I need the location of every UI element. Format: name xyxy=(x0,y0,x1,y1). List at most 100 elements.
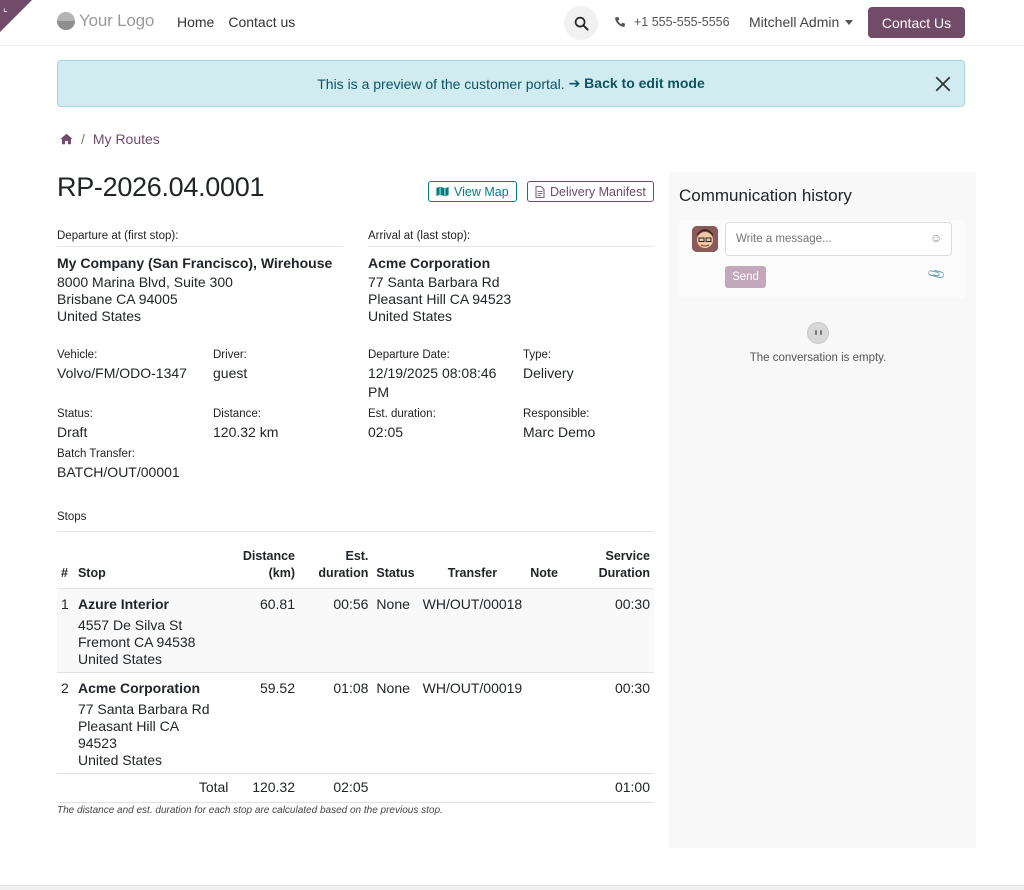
departure-line: Brisbane CA 94005 xyxy=(57,291,178,307)
stop-address-line: United States xyxy=(77,651,163,667)
departure-line: 8000 Marina Blvd, Suite 300 xyxy=(57,274,233,290)
site-logo[interactable]: Your Logo xyxy=(57,11,154,31)
arrival-line: Pleasant Hill CA 94523 xyxy=(368,291,512,307)
col-service-duration: Service Duration xyxy=(564,548,654,589)
stop-address-line: 4557 De Silva St xyxy=(77,617,183,633)
total-spacer xyxy=(57,773,74,803)
vehicle-field: Vehicle: Volvo/FM/ODO-1347 xyxy=(57,349,187,383)
est-duration-label: Est. duration: xyxy=(368,408,436,420)
total-empty xyxy=(418,773,527,803)
status-field: Status: Draft xyxy=(57,408,93,442)
search-button[interactable] xyxy=(564,6,598,40)
nav-home[interactable]: Home xyxy=(177,14,214,30)
driver-value: guest xyxy=(213,365,248,381)
col-service-line2: Duration xyxy=(598,566,650,580)
message-composer: ☺ Send 📎 xyxy=(679,220,965,298)
table-row[interactable]: 1 Azure Interior 4557 De Silva St Fremon… xyxy=(57,588,654,673)
est-duration-field: Est. duration: 02:05 xyxy=(368,408,436,442)
stops-table: # Stop Distance (km) Est. duration Status … xyxy=(57,548,654,803)
responsible-field: Responsible: Marc Demo xyxy=(523,408,595,442)
col-service-line1: Service xyxy=(605,549,650,563)
departure-date-field: Departure Date: 12/19/2025 08:08:46 PM xyxy=(368,349,508,402)
type-value: Delivery xyxy=(523,365,574,381)
communication-panel: Communication history ☺ Send 📎 The conve… xyxy=(669,172,976,848)
arrival-block: Arrival at (last stop): Acme Corporation… xyxy=(368,230,654,325)
total-empty xyxy=(372,773,419,803)
col-note: Note xyxy=(526,548,565,589)
distance-field: Distance: 120.32 km xyxy=(213,408,278,442)
contact-us-button[interactable]: Contact Us xyxy=(868,7,965,38)
distance-value: 120.32 km xyxy=(213,424,279,440)
stop-distance: 60.81 xyxy=(228,588,300,673)
stop-status: None xyxy=(372,672,419,774)
stop-address-line: United States xyxy=(77,752,163,768)
distance-label: Distance: xyxy=(213,408,261,420)
arrival-label: Arrival at (last stop): xyxy=(368,230,654,247)
vehicle-label: Vehicle: xyxy=(57,349,98,361)
breadcrumb-separator: / xyxy=(81,131,85,147)
top-header: Your Logo Home Contact us +1 555-555-555… xyxy=(0,0,1024,46)
arrival-line: 77 Santa Barbara Rd xyxy=(368,274,500,290)
empty-face-icon xyxy=(807,322,829,344)
vehicle-value: Volvo/FM/ODO-1347 xyxy=(57,365,187,381)
paperclip-icon[interactable]: 📎 xyxy=(926,264,946,284)
user-menu[interactable]: Mitchell Admin xyxy=(749,14,854,30)
stop-address-line: 77 Santa Barbara Rd xyxy=(77,701,210,717)
batch-transfer-value: BATCH/OUT/00001 xyxy=(57,464,180,480)
arrival-line: United States xyxy=(368,308,453,324)
responsible-value: Marc Demo xyxy=(523,424,596,440)
phone-icon xyxy=(615,17,625,27)
back-to-edit-link[interactable]: ➔ Back to edit mode xyxy=(569,75,705,92)
communication-title: Communication history xyxy=(679,186,852,205)
avatar xyxy=(692,226,718,252)
stop-cell: Acme Corporation 77 Santa Barbara Rd Ple… xyxy=(73,672,229,774)
col-distance-line2: (km) xyxy=(268,566,296,580)
stop-transfer[interactable]: WH/OUT/00019 xyxy=(418,672,527,774)
responsible-label: Responsible: xyxy=(523,408,590,420)
stop-num: 1 xyxy=(57,588,74,673)
status-label: Status: xyxy=(57,408,93,420)
total-service: 01:00 xyxy=(564,773,654,803)
type-field: Type: Delivery xyxy=(523,349,574,383)
stop-service-duration: 00:30 xyxy=(564,672,654,774)
empty-conversation-text: The conversation is empty. xyxy=(749,352,887,364)
close-icon[interactable] xyxy=(934,75,952,93)
stop-transfer[interactable]: WH/OUT/00018 xyxy=(418,588,527,673)
stops-divider xyxy=(57,531,654,532)
status-value: Draft xyxy=(57,424,88,440)
est-duration-value: 02:05 xyxy=(368,424,404,440)
home-icon[interactable] xyxy=(60,133,73,145)
search-icon xyxy=(574,16,589,31)
user-avatar-icon xyxy=(692,226,718,252)
batch-transfer-field: Batch Transfer: BATCH/OUT/00001 xyxy=(57,448,180,482)
stop-status: None xyxy=(372,588,419,673)
delivery-manifest-button[interactable]: Delivery Manifest xyxy=(527,181,654,202)
stop-duration: 00:56 xyxy=(299,588,373,673)
alert-text: This is a preview of the customer portal… xyxy=(317,75,565,92)
table-row[interactable]: 2 Acme Corporation 77 Santa Barbara Rd P… xyxy=(57,672,654,774)
stop-cell: Azure Interior 4557 De Silva St Fremont … xyxy=(73,588,229,673)
message-input[interactable] xyxy=(725,222,952,256)
total-row: Total 120.32 02:05 01:00 xyxy=(57,773,654,803)
driver-label: Driver: xyxy=(213,349,247,361)
logo-text: Your Logo xyxy=(79,11,155,30)
col-transfer: Transfer xyxy=(418,548,527,589)
departure-line: United States xyxy=(57,308,142,324)
view-map-button[interactable]: View Map xyxy=(428,181,517,202)
user-name: Mitchell Admin xyxy=(749,14,840,30)
document-icon xyxy=(535,185,545,198)
preview-alert: This is a preview of the customer portal… xyxy=(57,60,965,107)
send-button[interactable]: Send xyxy=(725,266,766,288)
driver-field: Driver: guest xyxy=(213,349,247,383)
stop-service-duration: 00:30 xyxy=(564,588,654,673)
delivery-manifest-label: Delivery Manifest xyxy=(550,184,646,199)
nav-contact[interactable]: Contact us xyxy=(228,14,295,30)
col-est-duration: Est. duration xyxy=(299,548,373,589)
breadcrumb-my-routes[interactable]: My Routes xyxy=(93,131,160,147)
logo-icon xyxy=(57,12,75,30)
main-nav: Home Contact us xyxy=(177,14,295,30)
phone-number: +1 555-555-5556 xyxy=(634,15,730,29)
eye-mark xyxy=(820,330,822,335)
phone-link[interactable]: +1 555-555-5556 xyxy=(614,15,730,29)
emoji-icon[interactable]: ☺ xyxy=(930,231,942,245)
